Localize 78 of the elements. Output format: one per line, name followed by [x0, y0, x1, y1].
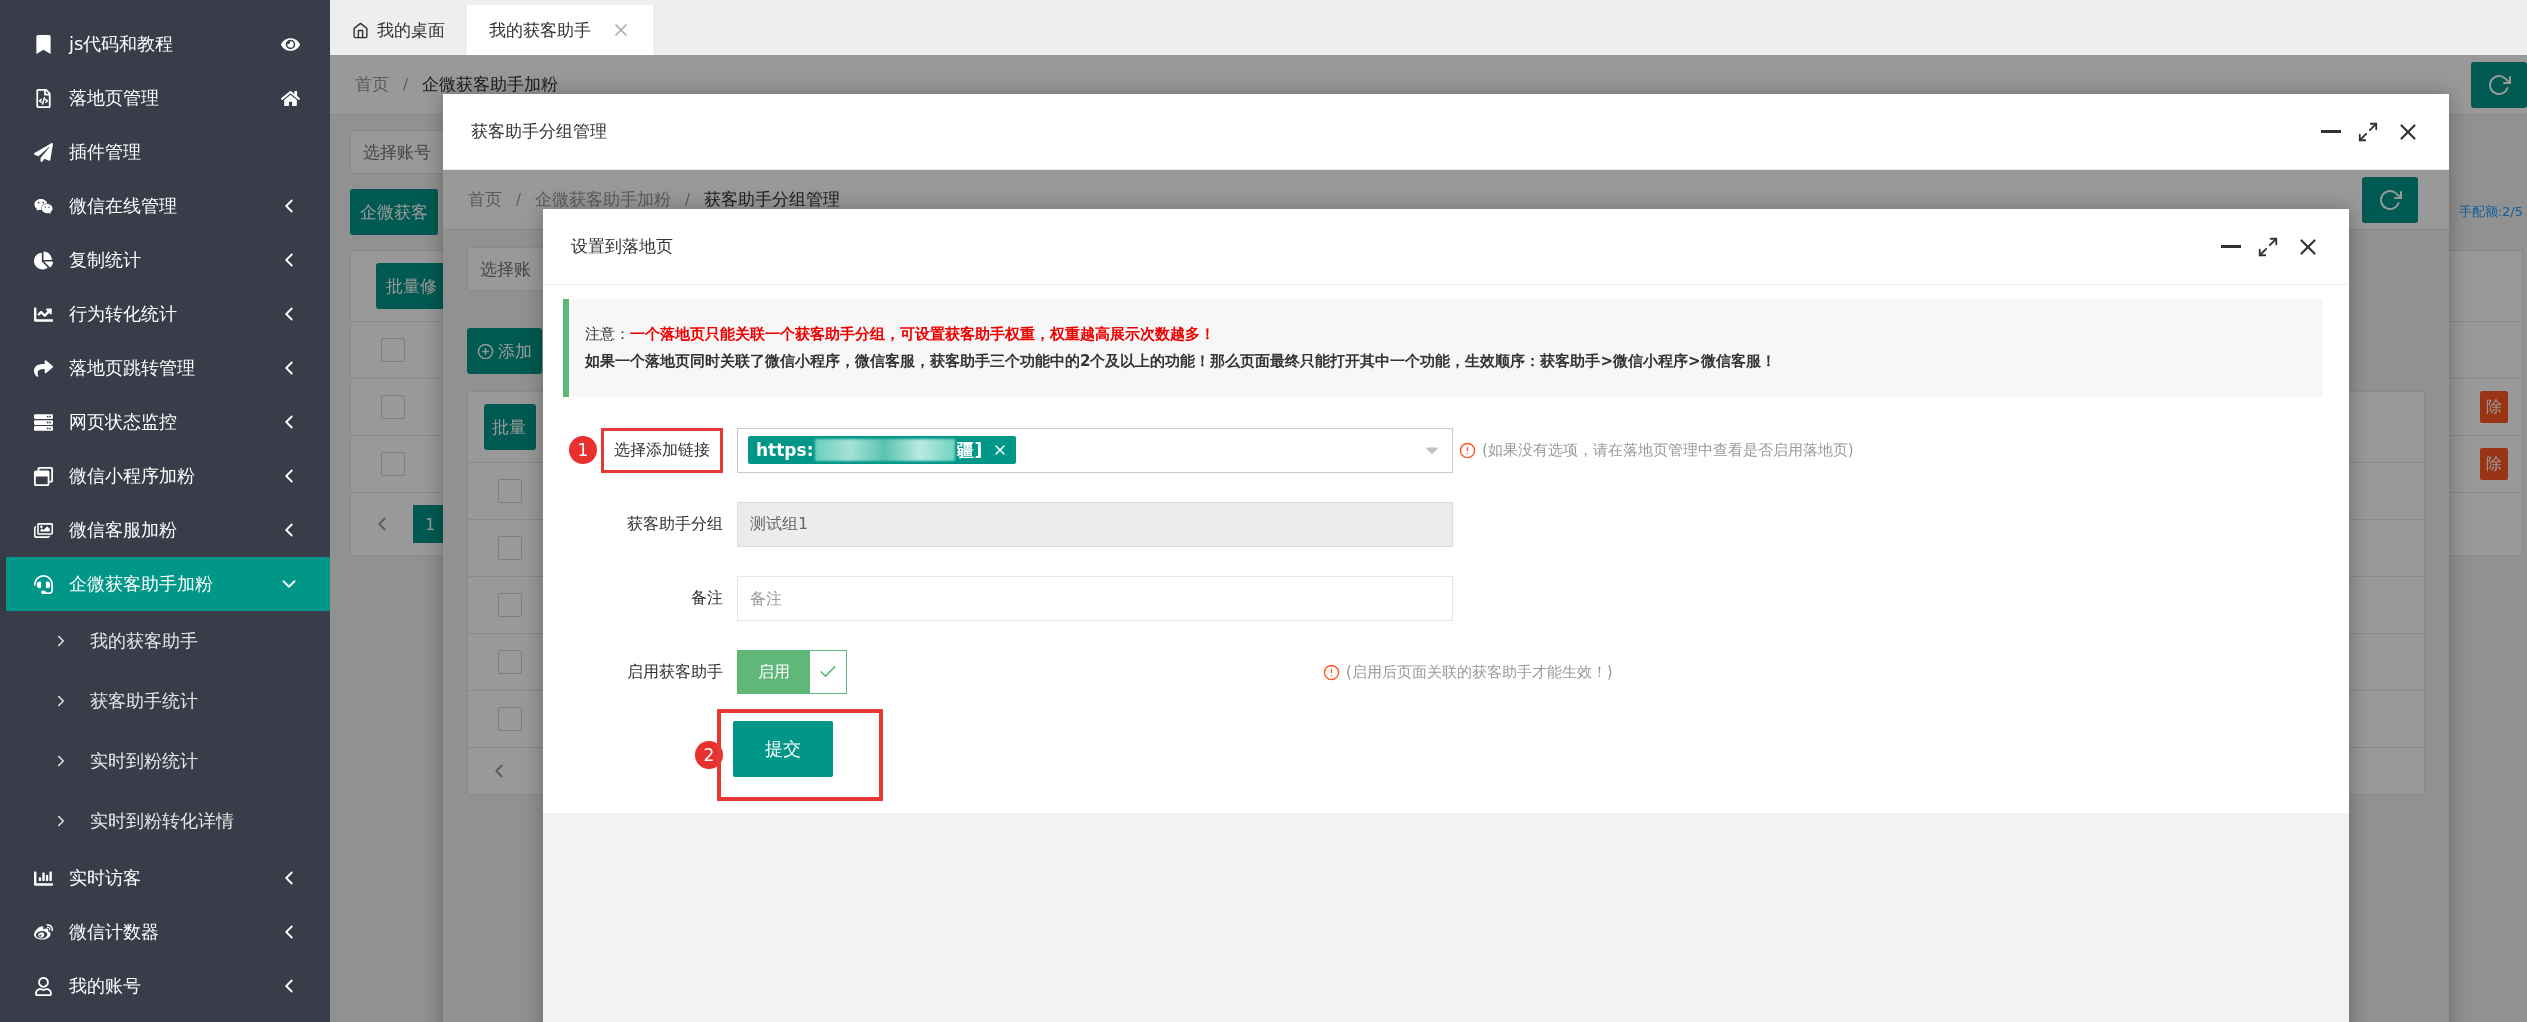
- hint-text: (启用后页面关联的获客助手才能生效！): [1323, 662, 1613, 682]
- row-checkbox[interactable]: [498, 593, 522, 617]
- submit-button[interactable]: 提交: [733, 721, 833, 777]
- sidebar-item[interactable]: 落地页管理: [0, 71, 330, 125]
- minimize-icon: [2221, 245, 2241, 248]
- field-label: 备注: [691, 586, 723, 609]
- refresh-icon: [2378, 187, 2402, 212]
- paper-plane-icon: [34, 142, 53, 162]
- home-icon: [352, 21, 369, 39]
- bookmark-icon: [34, 34, 53, 54]
- row-checkbox[interactable]: [498, 650, 522, 674]
- row-checkbox[interactable]: [498, 707, 522, 731]
- info-icon: [1459, 441, 1476, 459]
- refresh-icon: [2487, 72, 2511, 97]
- sidebar-subitem[interactable]: 实时到粉统计: [0, 731, 330, 791]
- window-icon: [34, 466, 53, 486]
- sidebar-item[interactable]: js代码和教程: [0, 17, 330, 71]
- sidebar-item[interactable]: 行为转化统计: [0, 287, 330, 341]
- pie-chart-icon: [34, 250, 53, 270]
- line-chart-icon: [34, 304, 53, 324]
- tag-text: 疆]: [957, 438, 983, 462]
- sidebar-item[interactable]: 微信客服加粉: [0, 503, 330, 557]
- field-label: 获客助手分组: [627, 512, 723, 535]
- refresh-button[interactable]: [2471, 61, 2527, 108]
- sidebar-item[interactable]: 网页状态监控: [0, 395, 330, 449]
- share-arrow-icon: [34, 358, 53, 378]
- headset-icon: [34, 574, 53, 594]
- info-icon: [1323, 663, 1340, 681]
- sidebar-item[interactable]: 实时访客: [0, 851, 330, 905]
- sidebar-subitem[interactable]: 获客助手统计: [0, 671, 330, 731]
- sidebar-item[interactable]: 插件管理: [0, 125, 330, 179]
- step-number-badge: 1: [569, 436, 597, 464]
- tag-text: https:: [756, 440, 814, 460]
- minimize-icon: [2321, 130, 2341, 133]
- maximize-icon: [2257, 235, 2279, 258]
- notice-text: 如果一个落地页同时关联了微信小程序，微信客服，获客助手三个功能中的2个及以上的功能！那么页面最终只能打开其中一个功能，生效顺序：获客助手>微信小程序>微信客服！: [585, 351, 1777, 372]
- plus-circle-icon: [477, 342, 494, 360]
- row-checkbox[interactable]: [381, 338, 405, 362]
- breadcrumb-link[interactable]: 企微获客助手加粉: [422, 73, 559, 96]
- tab[interactable]: 我的桌面: [330, 5, 467, 55]
- server-icon: [34, 412, 53, 432]
- link-select[interactable]: https: 疆]: [737, 427, 1453, 473]
- sidebar-item[interactable]: 企微获客助手加粉: [0, 557, 330, 611]
- row-checkbox[interactable]: [498, 479, 522, 503]
- maximize-button[interactable]: [2357, 120, 2379, 143]
- sidebar-item[interactable]: 复制统计: [0, 233, 330, 287]
- sidebar-item[interactable]: 微信小程序加粉: [0, 449, 330, 503]
- dialog-title: 设置到落地页: [571, 235, 673, 258]
- dialog-title: 获客助手分组管理: [471, 120, 607, 143]
- file-code-icon: [34, 88, 53, 108]
- images-icon: [34, 520, 53, 540]
- notice-text: 注意：一个落地页只能关联一个获客助手分组，可设置获客助手权重，权重越高展示次数越多！: [585, 324, 1216, 345]
- maximize-icon: [2357, 120, 2379, 143]
- text-input[interactable]: 备注: [737, 575, 1453, 621]
- quota-text: 手配额:2/5: [2458, 203, 2523, 221]
- breadcrumb-separator: /: [516, 190, 522, 209]
- sidebar-item[interactable]: 落地页跳转管理: [0, 341, 330, 395]
- breadcrumb-separator: /: [403, 75, 409, 94]
- tab[interactable]: 我的获客助手: [467, 5, 653, 55]
- sidebar-subitem[interactable]: 我的获客助手: [0, 611, 330, 671]
- bar-chart-icon: [34, 868, 53, 888]
- breadcrumb-link[interactable]: 获客助手分组管理: [704, 188, 841, 211]
- row-checkbox[interactable]: [498, 536, 522, 560]
- sidebar-item[interactable]: 微信在线管理: [0, 179, 330, 233]
- refresh-button[interactable]: [2362, 176, 2418, 223]
- sidebar-item[interactable]: 我的账号: [0, 959, 330, 1013]
- home-icon: [281, 88, 300, 108]
- maximize-button[interactable]: [2257, 235, 2279, 258]
- hint-text: (如果没有选项，请在落地页管理中查看是否启用落地页): [1459, 440, 1854, 460]
- field-label: 选择添加链接: [601, 427, 723, 473]
- chat-bubbles-icon: [34, 196, 53, 216]
- row-checkbox[interactable]: [381, 395, 405, 419]
- sidebar-subitem[interactable]: 实时到粉转化详情: [0, 791, 330, 851]
- row-checkbox[interactable]: [381, 452, 405, 476]
- field-label: 启用获客助手: [627, 660, 723, 683]
- breadcrumb-separator: /: [685, 190, 691, 209]
- sidebar-item[interactable]: 微信计数器: [0, 905, 330, 959]
- user-icon: [34, 976, 53, 996]
